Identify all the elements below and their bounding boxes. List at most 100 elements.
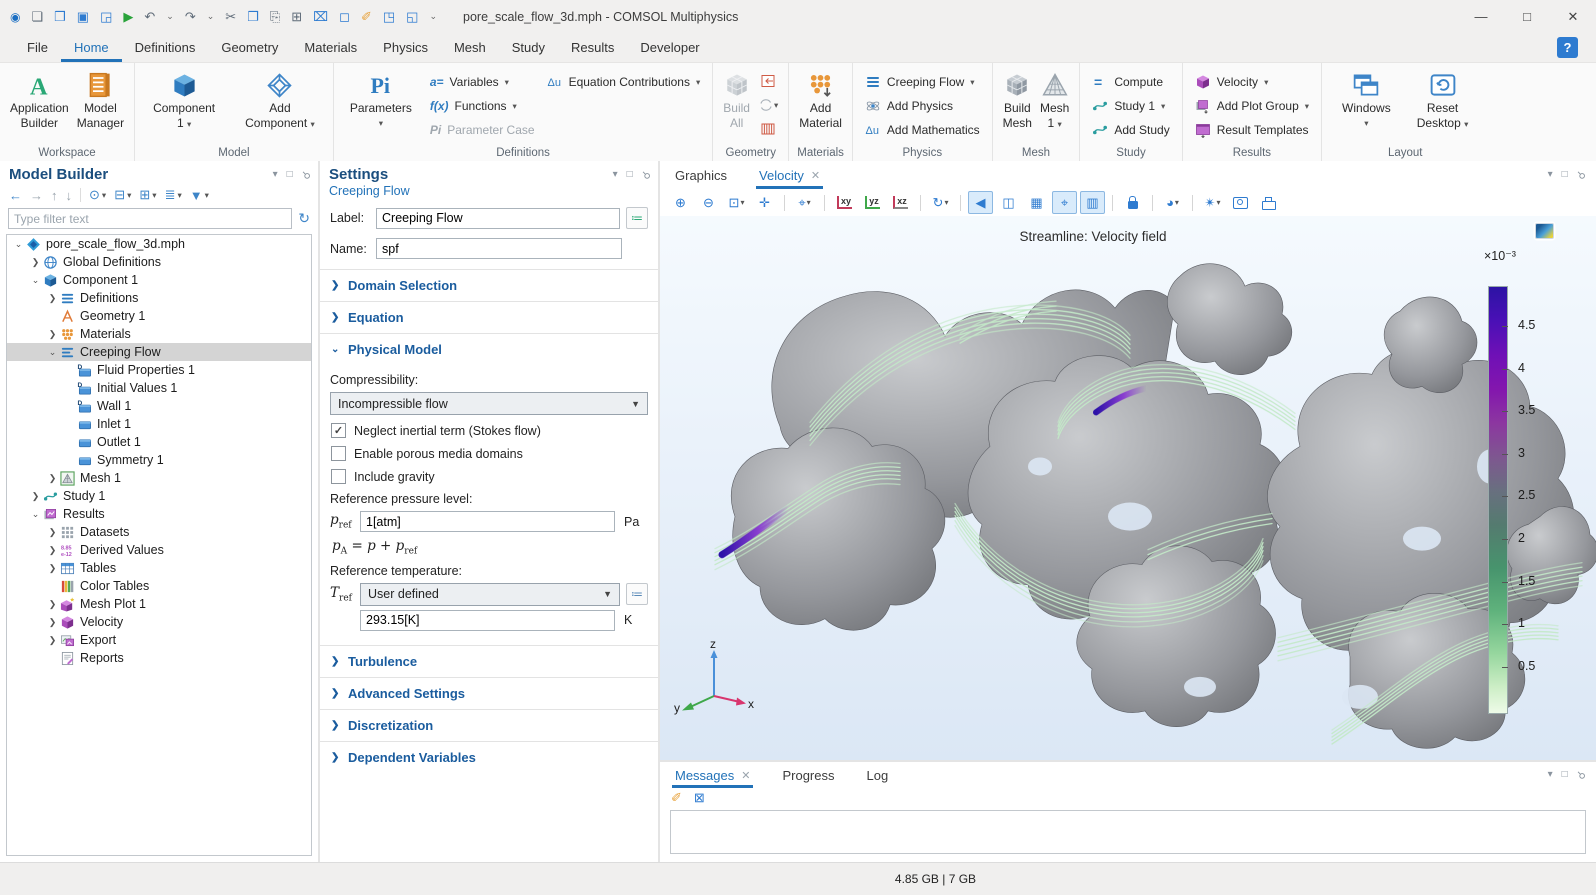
ribbon-tab-geometry[interactable]: Geometry: [208, 33, 291, 62]
application-builder-button[interactable]: Application Builder: [6, 68, 73, 131]
maximize-button[interactable]: □: [1504, 0, 1550, 33]
velocity-plot-dropdown[interactable]: Velocity▾: [1189, 70, 1315, 94]
scene-settings-icon[interactable]: ✴▾: [1200, 191, 1225, 214]
tree-filter-input[interactable]: [8, 208, 292, 229]
model-manager-button[interactable]: Model Manager: [73, 68, 128, 131]
checkbox-enable-porous-media-domains[interactable]: Enable porous media domains: [331, 446, 647, 461]
plot-window-icon[interactable]: [1535, 223, 1554, 239]
add-material-button[interactable]: Add Material: [795, 68, 846, 131]
expand-all-icon[interactable]: ⊞▾: [139, 187, 156, 203]
lock-view-icon[interactable]: [1120, 191, 1145, 214]
find-doc-icon[interactable]: ◳: [383, 9, 395, 25]
parameters-button[interactable]: Parameters ▾: [346, 68, 416, 131]
import-geometry-button[interactable]: [758, 70, 778, 92]
study-1-dropdown[interactable]: Study 1▾: [1086, 94, 1175, 118]
tree-item-pore-scale-flow-3d-mph[interactable]: ⌄pore_scale_flow_3d.mph: [7, 235, 311, 253]
tree-item-export[interactable]: ❯Export: [7, 631, 311, 649]
save-icon[interactable]: ▣: [77, 9, 89, 25]
refresh-icon[interactable]: ↻: [298, 210, 310, 227]
expand-toggle-icon[interactable]: ❯: [45, 527, 60, 538]
filter-icon[interactable]: ▼▾: [190, 188, 209, 203]
projection-toggle-icon[interactable]: ◀: [968, 191, 993, 214]
section-dependent-variables[interactable]: ❯Dependent Variables: [320, 741, 658, 773]
add-plot-group-button[interactable]: Add Plot Group▾: [1189, 94, 1315, 118]
add-component-button[interactable]: Add Component ▾: [241, 68, 319, 132]
go-to-view-icon[interactable]: ⌖▾: [792, 191, 817, 214]
caret-icon[interactable]: ⌄: [207, 11, 215, 22]
expand-toggle-icon[interactable]: ❯: [28, 257, 43, 268]
move-down-icon[interactable]: ↓: [66, 188, 73, 203]
expand-toggle-icon[interactable]: ⌄: [45, 347, 60, 358]
node-order-icon[interactable]: ≣▾: [165, 187, 182, 203]
clear-table-icon[interactable]: ⊠: [694, 790, 705, 806]
open-file-icon[interactable]: ❒: [54, 9, 66, 25]
add-study-button[interactable]: Add Study: [1086, 118, 1175, 142]
help-button[interactable]: ?: [1557, 37, 1578, 58]
name-field[interactable]: [376, 238, 622, 259]
panel-float-icon[interactable]: □: [1562, 769, 1568, 780]
tree-item-component-1[interactable]: ⌄Component 1: [7, 271, 311, 289]
collapse-all-icon[interactable]: ⊟▾: [114, 187, 131, 203]
close-button[interactable]: ✕: [1550, 0, 1596, 33]
tree-item-velocity[interactable]: ❯Velocity: [7, 613, 311, 631]
panel-pin-icon[interactable]: ⚲: [299, 168, 312, 181]
expand-toggle-icon[interactable]: ❯: [45, 635, 60, 646]
caret-icon[interactable]: ⌄: [166, 11, 174, 22]
view-xz-icon[interactable]: xz: [888, 191, 913, 214]
section-advanced-settings[interactable]: ❯Advanced Settings: [320, 677, 658, 709]
ribbon-tab-mesh[interactable]: Mesh: [441, 33, 499, 62]
run-icon[interactable]: ▶: [123, 9, 133, 25]
expand-toggle-icon[interactable]: ⌄: [11, 239, 26, 250]
color-legend-toggle-icon[interactable]: ▥: [1080, 191, 1105, 214]
section-discretization[interactable]: ❯Discretization: [320, 709, 658, 741]
section-physical-model[interactable]: ⌄Physical Model: [320, 333, 658, 365]
nav-back-icon[interactable]: ←: [9, 188, 22, 203]
graphics-tab-velocity[interactable]: Velocity✕: [756, 161, 823, 189]
temperature-input[interactable]: [360, 610, 615, 631]
section-domain-selection[interactable]: ❯Domain Selection: [320, 269, 658, 301]
tree-item-reports[interactable]: Reports: [7, 649, 311, 667]
tree-item-results[interactable]: ⌄Results: [7, 505, 311, 523]
panel-menu-icon[interactable]: ▾: [1548, 169, 1553, 180]
print-icon[interactable]: [1256, 191, 1281, 214]
ribbon-tab-developer[interactable]: Developer: [627, 33, 712, 62]
panel-menu-icon[interactable]: ▾: [273, 169, 278, 180]
select-frame-icon[interactable]: ◻: [339, 9, 350, 25]
zoom-in-icon[interactable]: ⊕: [668, 191, 693, 214]
creeping-flow-dropdown[interactable]: Creeping Flow▾: [859, 70, 986, 94]
expand-toggle-icon[interactable]: ❯: [28, 491, 43, 502]
expand-toggle-icon[interactable]: ❯: [45, 563, 60, 574]
checkbox-icon[interactable]: ✓: [331, 423, 346, 438]
search-doc-icon[interactable]: ◱: [406, 9, 418, 25]
close-tab-icon[interactable]: ✕: [741, 769, 750, 782]
virtual-operations-button[interactable]: [758, 118, 778, 140]
nav-forward-icon[interactable]: →: [30, 188, 43, 203]
add-physics-button[interactable]: Add Physics: [859, 94, 986, 118]
cut-icon[interactable]: ✂: [225, 9, 236, 25]
move-up-icon[interactable]: ↑: [51, 188, 58, 203]
save-as-icon[interactable]: ◲: [100, 9, 112, 25]
grid-toggle-icon[interactable]: ▦: [1024, 191, 1049, 214]
tree-item-inlet-1[interactable]: Inlet 1: [7, 415, 311, 433]
redo-icon[interactable]: ↷: [185, 9, 196, 25]
app-logo-icon[interactable]: ◉: [10, 10, 20, 24]
messages-tab-log[interactable]: Log: [864, 762, 892, 788]
panel-menu-icon[interactable]: ▾: [1548, 769, 1553, 780]
view-yz-icon[interactable]: yz: [860, 191, 885, 214]
undo-icon[interactable]: ↶: [144, 9, 155, 25]
tree-item-mesh-plot-1[interactable]: ❯Mesh Plot 1: [7, 595, 311, 613]
checkbox-icon[interactable]: [331, 446, 346, 461]
axis-indicator-toggle-icon[interactable]: ⌖: [1052, 191, 1077, 214]
ribbon-tab-file[interactable]: File: [14, 33, 61, 62]
tree-item-wall-1[interactable]: Wall 1: [7, 397, 311, 415]
messages-tab-progress[interactable]: Progress: [779, 762, 837, 788]
panel-float-icon[interactable]: □: [287, 169, 293, 180]
add-mathematics-button[interactable]: Add Mathematics: [859, 118, 986, 142]
ref-pressure-input[interactable]: [360, 511, 615, 532]
expand-toggle-icon[interactable]: ❯: [45, 599, 60, 610]
show-toggle-icon[interactable]: ⊙▾: [89, 187, 106, 203]
reset-desktop-button[interactable]: Reset Desktop ▾: [1413, 68, 1473, 132]
panel-pin-icon[interactable]: ⚲: [639, 168, 652, 181]
snapshot-icon[interactable]: [1228, 191, 1253, 214]
expand-toggle-icon[interactable]: ❯: [45, 473, 60, 484]
